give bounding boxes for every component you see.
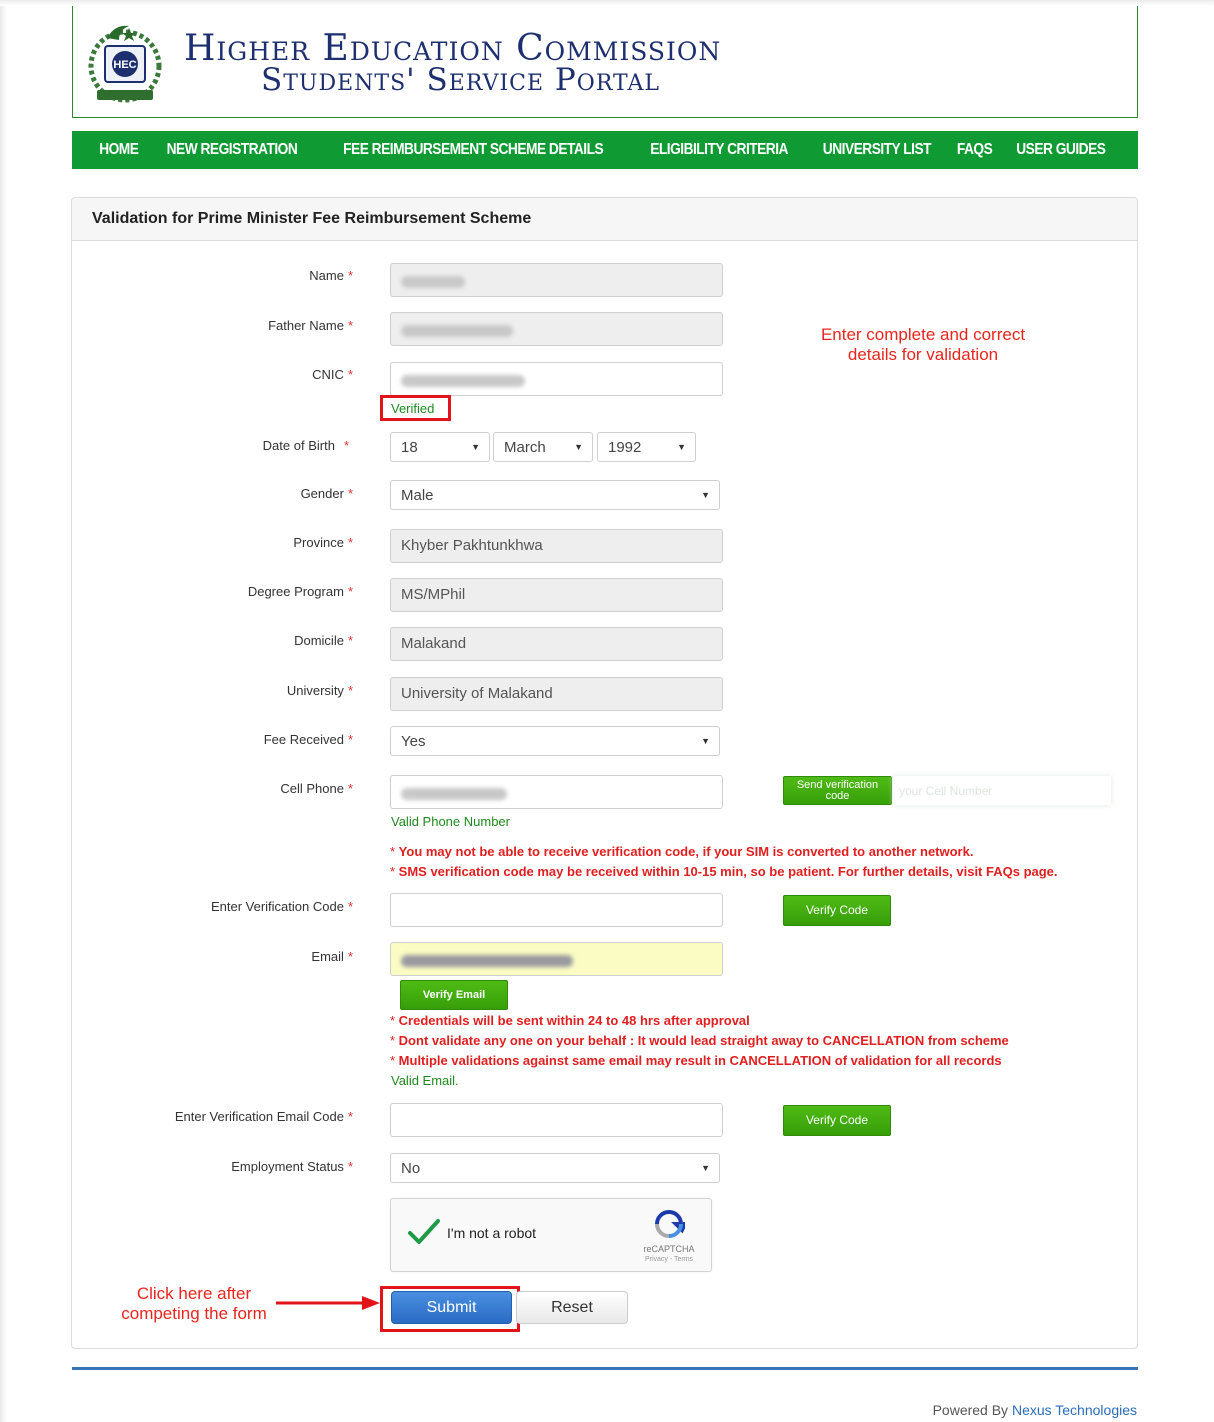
university-label: University * <box>286 683 353 698</box>
recaptcha-widget[interactable]: I'm not a robot reCAPTCHA Privacy - Term… <box>390 1198 712 1272</box>
fee-received-label: Fee Received * <box>263 732 353 747</box>
cell-phone-field[interactable] <box>390 775 723 809</box>
domicile-field[interactable]: Malakand <box>390 627 723 661</box>
degree-program-field[interactable]: MS/MPhil <box>390 578 723 612</box>
gender-select[interactable]: Male ▼ <box>390 480 720 510</box>
recaptcha-icon <box>655 1210 689 1238</box>
degree-program-label: Degree Program * <box>247 584 353 599</box>
recaptcha-label: I'm not a robot <box>447 1225 537 1241</box>
logo-text: HEC <box>113 59 136 71</box>
cell-phone-label: Cell Phone * <box>280 781 353 796</box>
send-verification-code-button[interactable]: Send verification code <box>783 776 892 805</box>
chevron-down-icon: ▼ <box>574 442 583 452</box>
nav-fee-reimbursement-details[interactable]: FEE REIMBURSEMENT SCHEME DETAILS <box>343 141 604 159</box>
chevron-down-icon: ▼ <box>701 1163 710 1173</box>
dob-month-select[interactable]: March ▼ <box>493 432 593 462</box>
dob-label: Date of Birth * <box>262 438 349 453</box>
site-subtitle: Students' Service Portal <box>261 62 660 98</box>
father-name-label: Father Name * <box>268 318 353 333</box>
phone-hint-tooltip: your Cell Number <box>893 776 1111 805</box>
verify-email-button[interactable]: Verify Email <box>400 980 508 1010</box>
nav-eligibility-criteria[interactable]: ELIGIBILITY CRITERIA <box>650 141 788 159</box>
employment-status-select[interactable]: No ▼ <box>390 1153 720 1183</box>
fee-received-select[interactable]: Yes ▼ <box>390 726 720 756</box>
employment-status-label: Employment Status * <box>231 1159 353 1174</box>
main-navbar: HOME NEW REGISTRATION FEE REIMBURSEMENT … <box>72 131 1138 169</box>
chevron-down-icon: ▼ <box>471 442 480 452</box>
submit-button[interactable]: Submit <box>391 1291 512 1324</box>
nexus-technologies-link[interactable]: Nexus Technologies <box>1012 1402 1137 1418</box>
reset-button[interactable]: Reset <box>516 1291 628 1324</box>
email-field[interactable] <box>390 942 723 976</box>
arrow-right-icon <box>276 1296 380 1310</box>
nav-home[interactable]: HOME <box>99 141 139 159</box>
powered-by: Powered By Nexus Technologies <box>932 1402 1137 1418</box>
cnic-field[interactable] <box>390 362 723 396</box>
verification-code-input[interactable] <box>390 893 723 927</box>
gender-label: Gender * <box>300 486 353 501</box>
checkmark-icon[interactable] <box>407 1215 441 1249</box>
chevron-down-icon: ▼ <box>677 442 686 452</box>
email-code-label: Enter Verification Email Code * <box>174 1109 353 1124</box>
phone-warning: * You may not be able to receive verific… <box>390 844 974 859</box>
dob-day-select[interactable]: 18 ▼ <box>390 432 490 462</box>
email-label: Email * <box>311 949 353 964</box>
email-valid-status: Valid Email. <box>391 1073 459 1088</box>
dob-year-select[interactable]: 1992 ▼ <box>597 432 696 462</box>
submit-note: Click here after competing the form <box>121 1284 267 1323</box>
phone-valid-status: Valid Phone Number <box>391 814 510 829</box>
verify-email-code-button[interactable]: Verify Code <box>783 1105 891 1136</box>
left-edge-shadow <box>0 0 7 1422</box>
email-warning: * Dont validate any one on your behalf :… <box>390 1033 1009 1048</box>
father-name-field[interactable] <box>390 312 723 346</box>
chevron-down-icon: ▼ <box>701 736 710 746</box>
name-field[interactable] <box>390 263 723 297</box>
validation-note: Enter complete and correct details for v… <box>820 325 1026 364</box>
province-label: Province * <box>293 535 353 550</box>
nav-university-list[interactable]: UNIVERSITY LIST <box>822 141 931 159</box>
nav-user-guides[interactable]: USER GUIDES <box>1017 141 1107 159</box>
site-header: HEC Higher Education Commission Students… <box>72 6 1138 118</box>
nav-new-registration[interactable]: NEW REGISTRATION <box>167 141 298 159</box>
phone-warning: * SMS verification code may be received … <box>390 864 1058 879</box>
cnic-verified-status: Verified <box>391 401 435 416</box>
email-code-input[interactable] <box>390 1103 723 1137</box>
verification-code-label: Enter Verification Code * <box>210 899 353 914</box>
province-field[interactable]: Khyber Pakhtunkhwa <box>390 529 723 563</box>
recaptcha-logo: reCAPTCHA Privacy - Terms <box>639 1209 699 1263</box>
name-label: Name * <box>309 268 353 283</box>
hec-logo-icon: HEC <box>88 25 162 103</box>
panel-title: Validation for Prime Minister Fee Reimbu… <box>72 198 1137 241</box>
footer-divider <box>72 1367 1138 1370</box>
chevron-down-icon: ▼ <box>701 490 710 500</box>
university-field[interactable]: University of Malakand <box>390 677 723 711</box>
nav-faqs[interactable]: FAQS <box>957 141 993 159</box>
domicile-label: Domicile * <box>294 633 353 648</box>
verify-phone-code-button[interactable]: Verify Code <box>783 895 891 926</box>
email-warning: * Credentials will be sent within 24 to … <box>390 1013 750 1028</box>
cnic-label: CNIC * <box>312 367 353 382</box>
email-warning: * Multiple validations against same emai… <box>390 1053 1002 1068</box>
